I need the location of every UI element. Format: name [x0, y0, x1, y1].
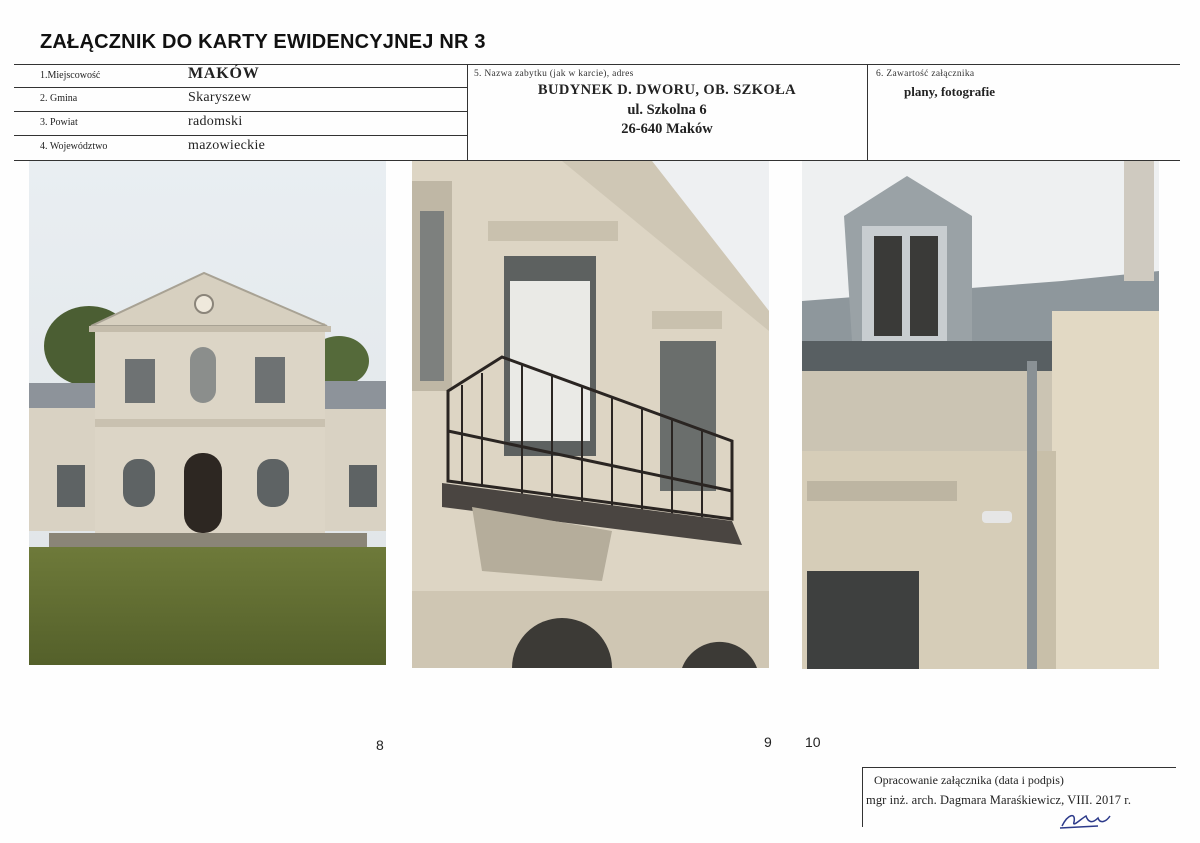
monument-street: ul. Szkolna 6	[627, 102, 707, 118]
powiat-label: 3. Powiat	[40, 117, 78, 128]
photo-balcony-detail	[412, 161, 769, 668]
photo-building-facade	[29, 161, 386, 665]
monument-label: 5. Nazwa zabytku (jak w karcie), adres	[474, 69, 634, 79]
handwritten-signature	[1059, 814, 1111, 829]
wojewodztwo-label: 4. Województwo	[40, 141, 108, 152]
divider	[14, 87, 467, 88]
miejscowosc-label: 1.Miejscowość	[40, 70, 101, 81]
gmina-value: Skaryszew	[188, 90, 252, 105]
photo-number: 9	[764, 734, 772, 750]
divider	[867, 65, 868, 160]
photo-number: 10	[805, 734, 821, 750]
header-table: 1.Miejscowość MAKÓW 2. Gmina Skaryszew 3…	[14, 64, 1180, 161]
wojewodztwo-value: mazowieckie	[188, 138, 266, 153]
footer-label: Opracowanie załącznika (data i podpis)	[874, 773, 1064, 787]
gmina-label: 2. Gmina	[40, 93, 78, 104]
document-title: ZAŁĄCZNIK DO KARTY EWIDENCYJNEJ NR 3	[40, 31, 486, 53]
divider	[14, 135, 467, 136]
photo-dormer-corner-detail	[802, 161, 1159, 669]
miejscowosc-value: MAKÓW	[188, 65, 260, 82]
photo-number: 8	[376, 737, 384, 753]
powiat-value: radomski	[188, 114, 243, 129]
contents-value: plany, fotografie	[904, 84, 995, 99]
contents-label: 6. Zawartość załącznika	[876, 69, 975, 79]
footer-author: mgr inż. arch. Dagmara Maraśkiewicz, VII…	[866, 793, 1132, 807]
monument-postal: 26-640 Maków	[621, 121, 713, 137]
divider	[14, 111, 467, 112]
footer-signature-box: Opracowanie załącznika (data i podpis) m…	[862, 767, 1176, 829]
monument-name: BUDYNEK D. DWORU, OB. SZKOŁA	[537, 82, 797, 98]
